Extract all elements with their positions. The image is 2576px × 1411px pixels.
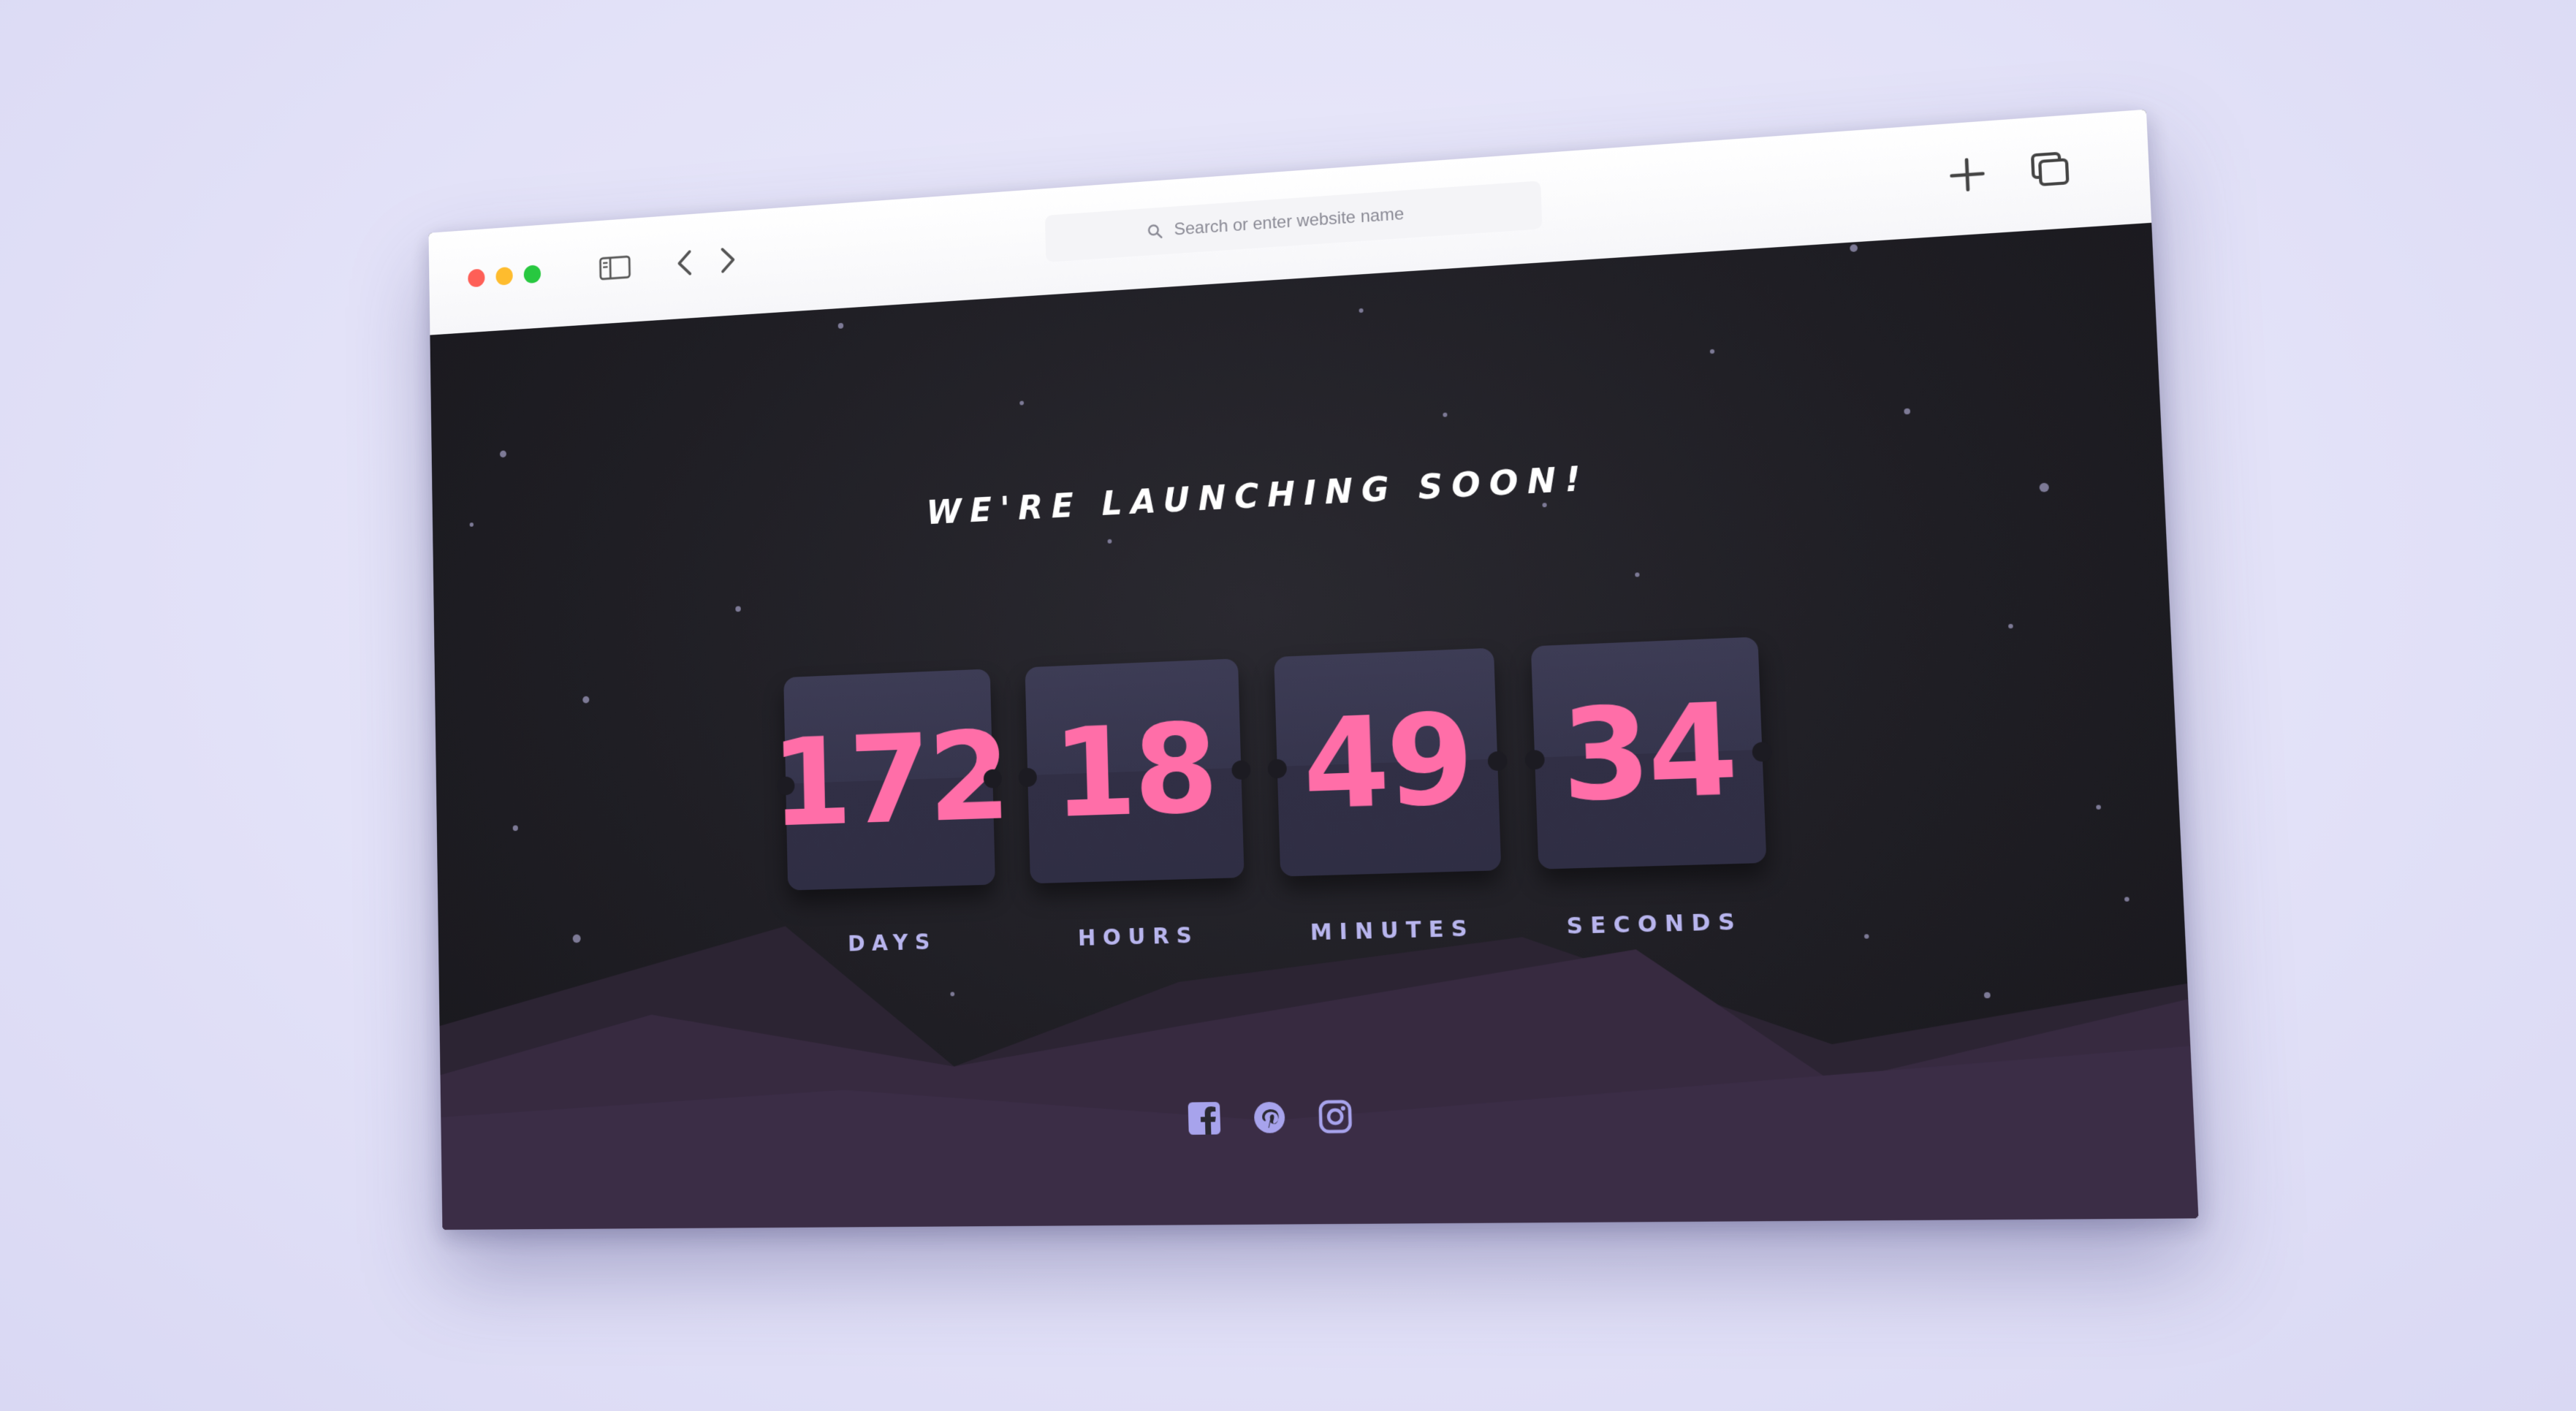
address-bar[interactable] [1044,180,1543,262]
facebook-icon [1188,1101,1221,1135]
days-value: 172 [770,669,1009,891]
hours-value: 18 [1025,658,1245,884]
back-button[interactable] [667,241,702,285]
countdown-page: WE'RE LAUNCHING SOON! 172 DAYS 18 HOURS … [430,222,2199,1231]
pinterest-link[interactable] [1250,1098,1289,1137]
sidebar-icon [599,254,632,281]
seconds-value: 34 [1530,636,1767,870]
close-window-button[interactable] [468,268,485,288]
minimize-window-button[interactable] [495,266,513,286]
sidebar-toggle-button[interactable] [591,246,638,290]
back-icon [676,248,693,277]
forward-icon [720,246,737,274]
scene: WE'RE LAUNCHING SOON! 172 DAYS 18 HOURS … [0,0,2576,1411]
pinterest-icon [1253,1101,1285,1133]
forward-button[interactable] [711,238,745,282]
minutes-value: 49 [1274,647,1502,877]
tabs-icon [2029,150,2070,189]
countdown-seconds: 34 SECONDS [1530,636,1769,940]
countdown-minutes: 49 MINUTES [1274,647,1503,947]
new-tab-button[interactable] [1939,151,1995,199]
plus-icon [1948,156,1986,194]
instagram-icon [1317,1098,1353,1135]
instagram-link[interactable] [1315,1097,1355,1136]
countdown-hours: 18 HOURS [1025,658,1247,952]
mountain-silhouette [438,890,2199,1231]
countdown-days: 172 DAYS [770,669,1009,958]
tab-overview-button[interactable] [2021,145,2078,194]
zoom-window-button[interactable] [523,265,542,284]
address-input[interactable] [1172,201,1435,241]
search-icon [1147,223,1163,240]
facebook-link[interactable] [1185,1099,1223,1138]
browser-window: WE'RE LAUNCHING SOON! 172 DAYS 18 HOURS … [428,109,2199,1231]
